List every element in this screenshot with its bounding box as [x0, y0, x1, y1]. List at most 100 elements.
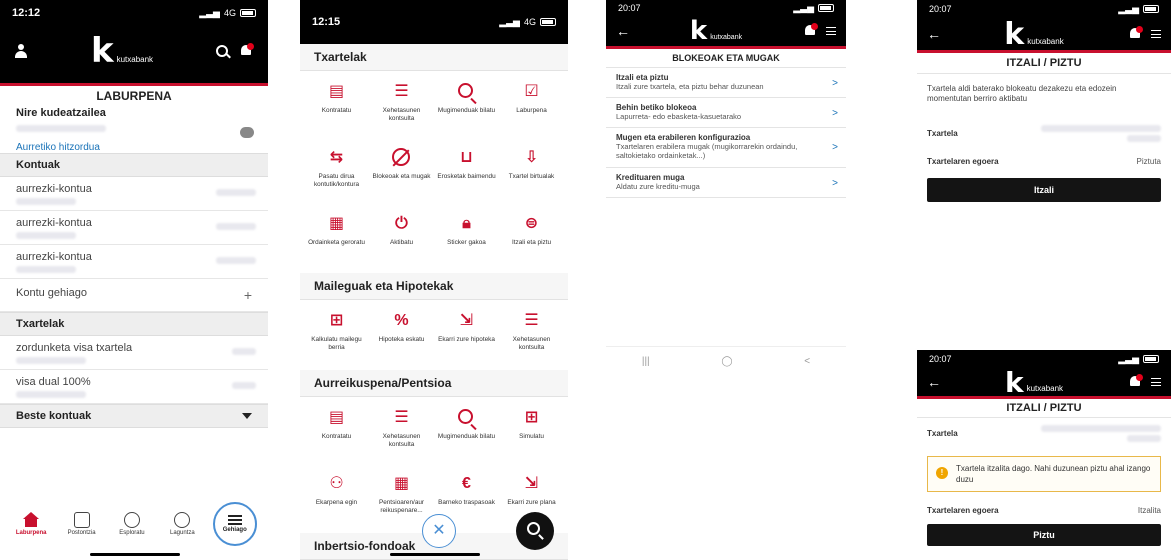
tab-laguntza[interactable]: Laguntza: [162, 512, 202, 536]
status-bar: 12:15 ▂▃▅ 4G: [300, 0, 568, 44]
compass-icon: [123, 512, 140, 528]
redacted-number: [16, 198, 76, 205]
menu-tile[interactable]: ⏻ Aktibatu: [369, 207, 434, 273]
menu-tile-label: Kontratatu: [321, 107, 352, 114]
battery-icon: [818, 4, 834, 12]
close-menu-button[interactable]: ✕: [422, 514, 456, 548]
menu-tile-label: Simulatu: [519, 433, 544, 440]
back-arrow-icon[interactable]: ←: [927, 26, 941, 42]
menu-icon[interactable]: [1150, 30, 1161, 38]
chat-icon[interactable]: [240, 127, 254, 138]
bell-icon[interactable]: [238, 43, 254, 59]
back-arrow-icon[interactable]: ←: [927, 374, 941, 390]
menu-tile[interactable]: Mugimenduak bilatu: [434, 401, 499, 467]
menu-tile[interactable]: % Hipoteka eskatu: [369, 304, 434, 370]
back-arrow-icon[interactable]: ←: [616, 23, 630, 39]
menu-tile[interactable]: ⇲ Ekarri zure hipoteka: [434, 304, 499, 370]
manager-label: Nire kudeatzailea: [16, 107, 106, 119]
appointment-link[interactable]: Aurretiko hitzordua: [16, 142, 100, 153]
tab-gehiago[interactable]: Gehiago: [212, 502, 257, 546]
menu-tile-label: Xehetasunen kontsulta: [512, 336, 551, 351]
tab-esploratu[interactable]: Esploratu: [112, 512, 152, 536]
app-header: 20:07 ▂▃▅ ← k kutxabank: [917, 350, 1171, 399]
menu-tile[interactable]: ⊞ Simulatu: [499, 401, 564, 467]
menu-tile-label: Sticker gakoa: [447, 239, 486, 246]
menu-tile[interactable]: ⊜ Itzali eta piztu: [499, 207, 564, 273]
menu-tile-label: Erosketak baimendu: [437, 173, 496, 180]
menu-tile[interactable]: ⚇ Ekarpena egin: [304, 467, 369, 533]
account-row[interactable]: aurrezki-kontua: [0, 177, 268, 211]
menu-tile[interactable]: ⊔ Erosketak baimendu: [434, 141, 499, 207]
calculator-icon: ⊞: [524, 409, 539, 426]
menu-tile[interactable]: 🔒︎ Sticker gakoa: [434, 207, 499, 273]
tab-laburpena[interactable]: Laburpena: [11, 512, 51, 536]
inbox-icon: [73, 512, 90, 528]
menu-tile[interactable]: Mugimenduak bilatu: [434, 75, 499, 141]
kutxabank-logo: k kutxabank: [1004, 16, 1064, 52]
menu-tile-label: Ekarri zure plana: [507, 499, 556, 506]
menu-item-permanent-block[interactable]: Behin betiko blokeoa Lapurreta- edo ebas…: [606, 98, 846, 128]
menu-tile[interactable]: Blokeoak eta mugak: [369, 141, 434, 207]
menu-tile[interactable]: ☰ Xehetasunen kontsulta: [369, 75, 434, 141]
card-row[interactable]: zordunketa visa txartela: [0, 336, 268, 370]
house-percent-icon: %: [394, 312, 409, 329]
menu-item-credit-limit[interactable]: Kredituaren muga Aldatu zure kreditu-mug…: [606, 168, 846, 198]
menu-tile-label: Barneko traspasoak: [438, 499, 495, 506]
menu-tile-label: Mugimenduak bilatu: [437, 107, 496, 114]
other-accounts-row[interactable]: Beste kontuak: [0, 404, 268, 428]
menu-tile-label: Kontratatu: [321, 433, 352, 440]
plus-icon: +: [243, 287, 252, 303]
menu-tile[interactable]: ▦ Ordainketa geroratu: [304, 207, 369, 273]
notification-badge: [247, 43, 254, 50]
status-field: Txartelaren egoera Piztuta: [927, 156, 1161, 166]
turn-off-button[interactable]: Itzali: [927, 178, 1161, 202]
turn-on-button[interactable]: Piztu: [927, 524, 1161, 546]
more-accounts-row[interactable]: Kontu gehiago +: [0, 279, 268, 312]
calendar-icon: ▦: [393, 475, 410, 492]
home-icon[interactable]: ◯: [721, 356, 732, 367]
home-indicator[interactable]: [390, 553, 480, 556]
user-icon[interactable]: [14, 44, 28, 58]
menu-tile[interactable]: ☰ Xehetasunen kontsulta: [499, 304, 564, 370]
back-icon[interactable]: <: [804, 356, 810, 367]
menu-tile[interactable]: ⇩ Txartel birtualak: [499, 141, 564, 207]
card-row[interactable]: visa dual 100%: [0, 370, 268, 404]
redacted-number: [16, 357, 86, 364]
bell-icon[interactable]: [1127, 374, 1143, 390]
euro-icon: €: [462, 475, 471, 492]
menu-icon[interactable]: [826, 27, 836, 35]
home-indicator[interactable]: [90, 553, 180, 556]
recents-icon[interactable]: |||: [642, 356, 650, 367]
contract-icon: ▤: [328, 409, 345, 426]
power-icon: ⏻: [395, 215, 408, 232]
account-row[interactable]: aurrezki-kontua: [0, 245, 268, 279]
menu-tile[interactable]: ☑ Laburpena: [499, 75, 564, 141]
redacted-amount: [232, 348, 256, 355]
menu-item-toggle[interactable]: Itzali eta piztu Itzali zure txartela, e…: [606, 68, 846, 98]
tab-postontzia[interactable]: Postontzia: [62, 512, 102, 536]
menu-tile[interactable]: ⊞ Kalkulatu mailegu berria: [304, 304, 369, 370]
calendar-icon: ▦: [328, 215, 345, 232]
account-row[interactable]: aurrezki-kontua: [0, 211, 268, 245]
bell-icon[interactable]: [802, 23, 818, 39]
menu-tile[interactable]: ▤ Kontratatu: [304, 401, 369, 467]
chevron-right-icon: >: [832, 142, 838, 153]
menu-tile[interactable]: ☰ Xehetasunen kontsulta: [369, 401, 434, 467]
import-icon: ⇲: [524, 475, 539, 492]
accent-line: [0, 83, 268, 86]
bell-icon[interactable]: [1127, 26, 1143, 42]
search-icon[interactable]: [216, 45, 228, 57]
menu-item-limits-config[interactable]: Mugen eta erabileren konfigurazioa Txart…: [606, 128, 846, 168]
kutxabank-logo: k kutxabank: [1004, 365, 1064, 399]
menu-tile[interactable]: ▤ Kontratatu: [304, 75, 369, 141]
redacted-amount: [216, 189, 256, 196]
page-title: LABURPENA: [96, 89, 172, 103]
menu-tile[interactable]: ⇆ Pasatu dirua kontutik/kontura: [304, 141, 369, 207]
help-icon: [174, 512, 191, 528]
signal-icon: ▂▃▅: [1118, 3, 1139, 14]
menu-icon[interactable]: [1151, 378, 1161, 386]
redacted-card: [1127, 434, 1161, 442]
redacted-amount: [216, 257, 256, 264]
android-nav-bar: ||| ◯ <: [606, 346, 846, 376]
search-fab-button[interactable]: [516, 512, 554, 550]
